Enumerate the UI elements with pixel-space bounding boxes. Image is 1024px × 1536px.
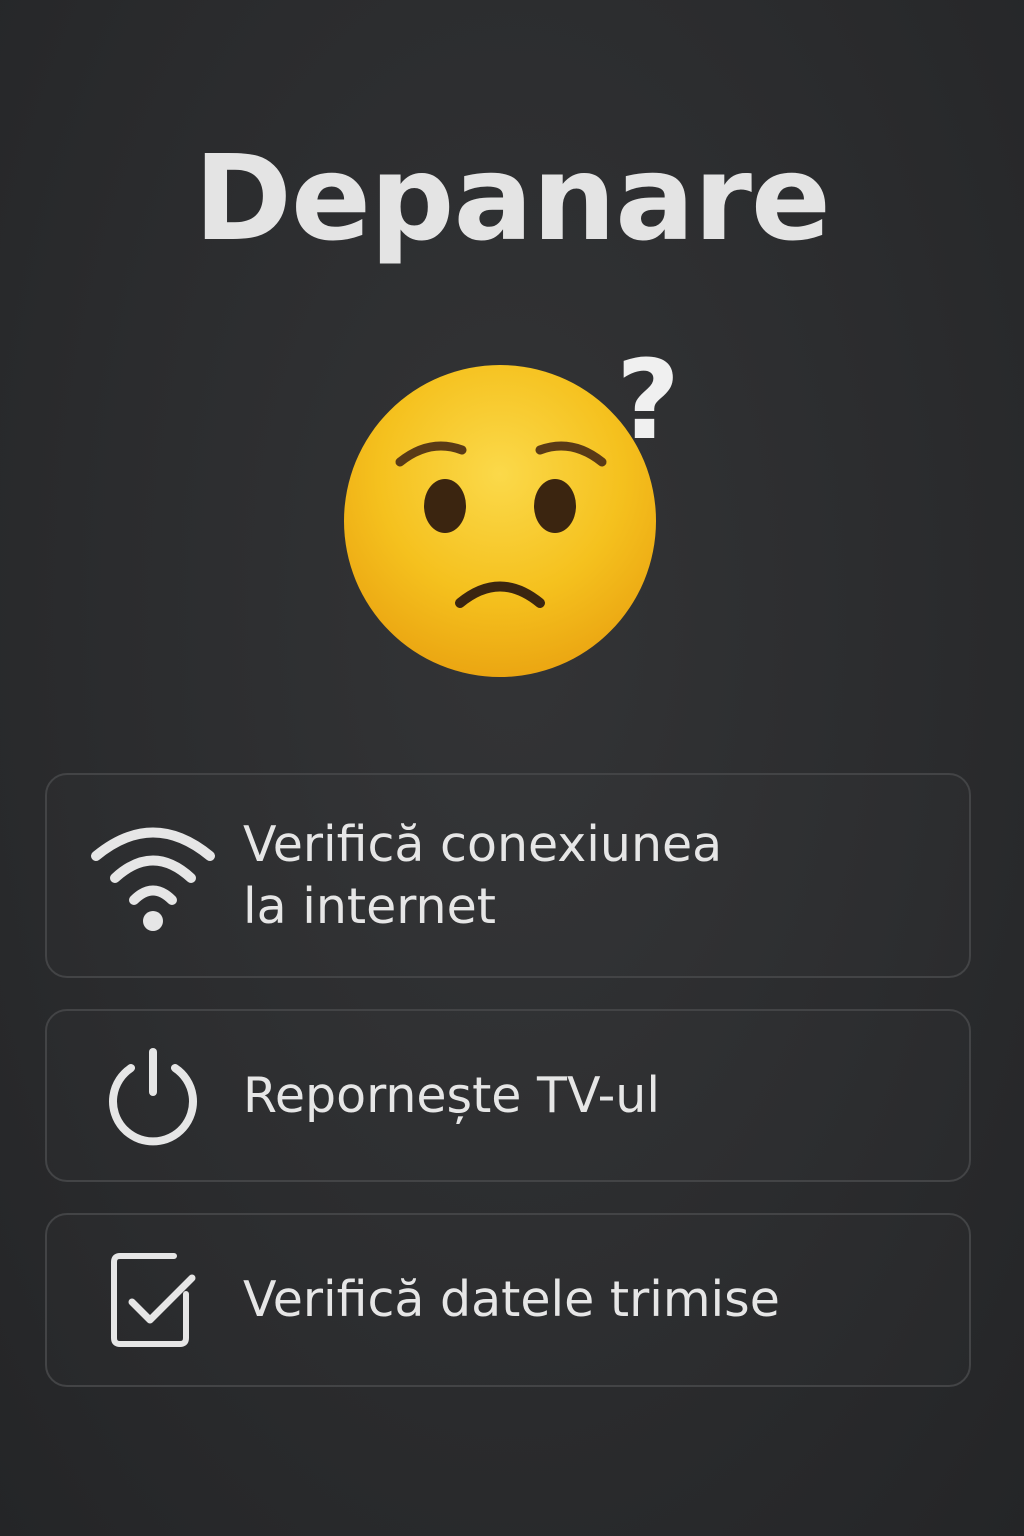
power-icon (83, 1046, 223, 1146)
option-restart-tv[interactable]: Repornește TV-ul (45, 1009, 971, 1182)
checkbox-icon (83, 1250, 223, 1350)
option-label: Verifică conexiunea la internet (243, 815, 723, 935)
troubleshooting-screen: Depanare ? Verifică conexiunea la intern… (0, 0, 1024, 1536)
wifi-icon (83, 821, 223, 931)
option-label: Repornește TV-ul (243, 1066, 660, 1124)
option-check-data[interactable]: Verifică datele trimise (45, 1213, 971, 1387)
question-mark: ? (616, 336, 680, 464)
worried-face-icon: ? (330, 330, 710, 690)
option-label: Verifică datele trimise (243, 1271, 780, 1328)
option-check-internet[interactable]: Verifică conexiunea la internet (45, 773, 971, 978)
page-title: Depanare (194, 129, 831, 267)
